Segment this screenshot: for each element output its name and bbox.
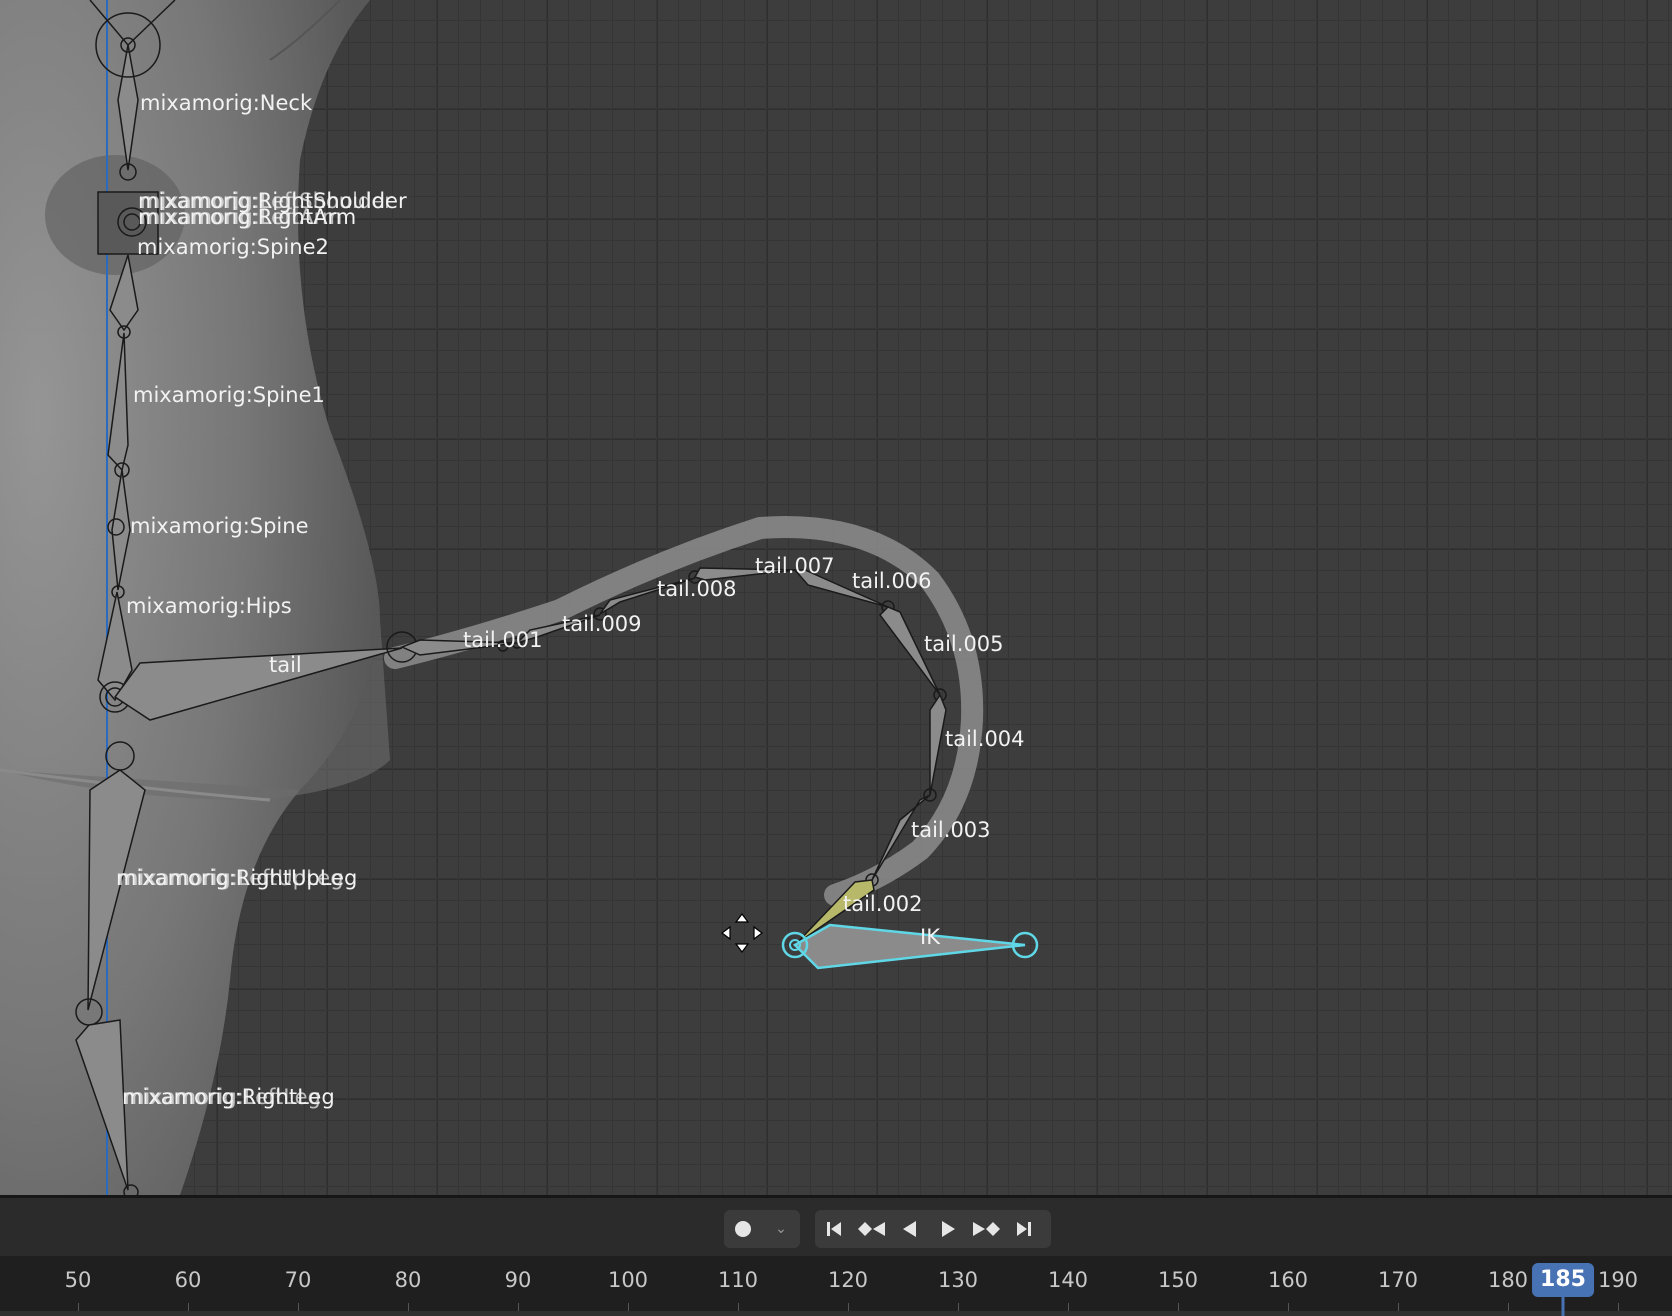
label-tail-008: tail.008 xyxy=(657,577,737,601)
transport-group xyxy=(815,1210,1051,1248)
frame-tick-mark xyxy=(628,1303,629,1311)
frame-tick-mark xyxy=(738,1303,739,1311)
frame-tick-label: 140 xyxy=(1047,1268,1089,1292)
label-tail-005: tail.005 xyxy=(924,632,1004,656)
label-neck: mixamorig:Neck xyxy=(140,91,313,115)
frame-tick-label: 110 xyxy=(717,1268,759,1292)
label-tail-004: tail.004 xyxy=(945,727,1025,751)
prev-keyframe-icon xyxy=(858,1222,885,1236)
record-group: ⌄ xyxy=(724,1210,800,1248)
label-tail-009: tail.009 xyxy=(562,612,642,636)
play-icon xyxy=(942,1221,955,1237)
label-arm-left: mixamorig:LeftArm xyxy=(140,205,342,229)
frame-tick-mark xyxy=(1508,1303,1509,1311)
jump-to-start-icon xyxy=(827,1222,841,1236)
label-upleg-left: mixamorig:LeftUpLeg xyxy=(118,866,344,890)
chevron-down-icon: ⌄ xyxy=(775,1221,787,1237)
label-spine: mixamorig:Spine xyxy=(130,514,309,538)
label-hips: mixamorig:Hips xyxy=(126,594,292,618)
frame-tick-mark xyxy=(1618,1303,1619,1311)
label-tail-006: tail.006 xyxy=(852,569,932,593)
jump-to-start-button[interactable] xyxy=(815,1210,853,1248)
label-tail-001: tail.001 xyxy=(463,628,543,652)
frame-tick-mark xyxy=(188,1303,189,1311)
frame-tick-mark xyxy=(78,1303,79,1311)
record-options-dropdown[interactable]: ⌄ xyxy=(762,1210,800,1248)
frame-tick-mark xyxy=(1398,1303,1399,1311)
frame-tick-label: 160 xyxy=(1267,1268,1309,1292)
frame-tick-label: 150 xyxy=(1157,1268,1199,1292)
play-reverse-icon xyxy=(903,1221,916,1237)
frame-tick-mark xyxy=(1178,1303,1179,1311)
frame-tick-mark xyxy=(518,1303,519,1311)
current-frame-indicator[interactable]: 185 xyxy=(1532,1263,1594,1297)
ik-bone[interactable] xyxy=(781,923,1039,970)
frame-tick-label: 60 xyxy=(174,1268,202,1292)
timeline-panel: ⌄ 50 60 70 80 90 100 110 120 130 140 150 160 17 xyxy=(0,1195,1672,1316)
frame-tick-label: 80 xyxy=(394,1268,422,1292)
frame-tick-label: 190 xyxy=(1597,1268,1639,1292)
next-keyframe-icon xyxy=(973,1222,1000,1236)
frame-tick-label: 120 xyxy=(827,1268,869,1292)
frame-tick-label: 90 xyxy=(504,1268,532,1292)
frame-tick-mark xyxy=(408,1303,409,1311)
record-icon xyxy=(735,1221,751,1237)
frame-tick-label: 100 xyxy=(607,1268,649,1292)
frame-tick-label: 130 xyxy=(937,1268,979,1292)
frame-tick-label: 70 xyxy=(284,1268,312,1292)
next-keyframe-button[interactable] xyxy=(967,1210,1005,1248)
label-tail-003: tail.003 xyxy=(911,818,991,842)
frame-ruler[interactable]: 50 60 70 80 90 100 110 120 130 140 150 160 170 180 190… xyxy=(0,1256,1672,1316)
frame-tick-mark xyxy=(1068,1303,1069,1311)
frame-tick-label: 50 xyxy=(64,1268,92,1292)
record-button[interactable] xyxy=(724,1210,762,1248)
label-spine2: mixamorig:Spine2 xyxy=(137,235,329,259)
playhead-line[interactable] xyxy=(1561,1296,1565,1316)
label-tail: tail xyxy=(269,653,302,677)
jump-to-end-button[interactable] xyxy=(1005,1210,1043,1248)
label-tail-002: tail.002 xyxy=(843,892,923,916)
move-cursor-icon xyxy=(721,913,763,953)
play-reverse-button[interactable] xyxy=(891,1210,929,1248)
label-spine1: mixamorig:Spine1 xyxy=(133,383,325,407)
label-ik: IK xyxy=(920,925,941,949)
frame-tick-mark xyxy=(298,1303,299,1311)
frame-tick-mark xyxy=(848,1303,849,1311)
playback-controls: ⌄ xyxy=(0,1198,1672,1256)
3d-viewport[interactable]: mixamorig:Neck mixamorig:RightShoulder m… xyxy=(0,0,1672,1195)
bone-tail-004 xyxy=(929,693,947,796)
label-leg-left: mixamorig:LeftLeg xyxy=(124,1085,321,1109)
prev-keyframe-button[interactable] xyxy=(853,1210,891,1248)
frame-tick-label: 170 xyxy=(1377,1268,1419,1292)
frame-tick-label: 180 xyxy=(1487,1268,1529,1292)
frame-tick-mark xyxy=(1288,1303,1289,1311)
play-button[interactable] xyxy=(929,1210,967,1248)
armature-scene[interactable]: mixamorig:Neck mixamorig:RightShoulder m… xyxy=(0,0,1672,1195)
frame-tick-mark xyxy=(958,1303,959,1311)
jump-to-end-icon xyxy=(1017,1222,1031,1236)
label-tail-007: tail.007 xyxy=(755,554,835,578)
